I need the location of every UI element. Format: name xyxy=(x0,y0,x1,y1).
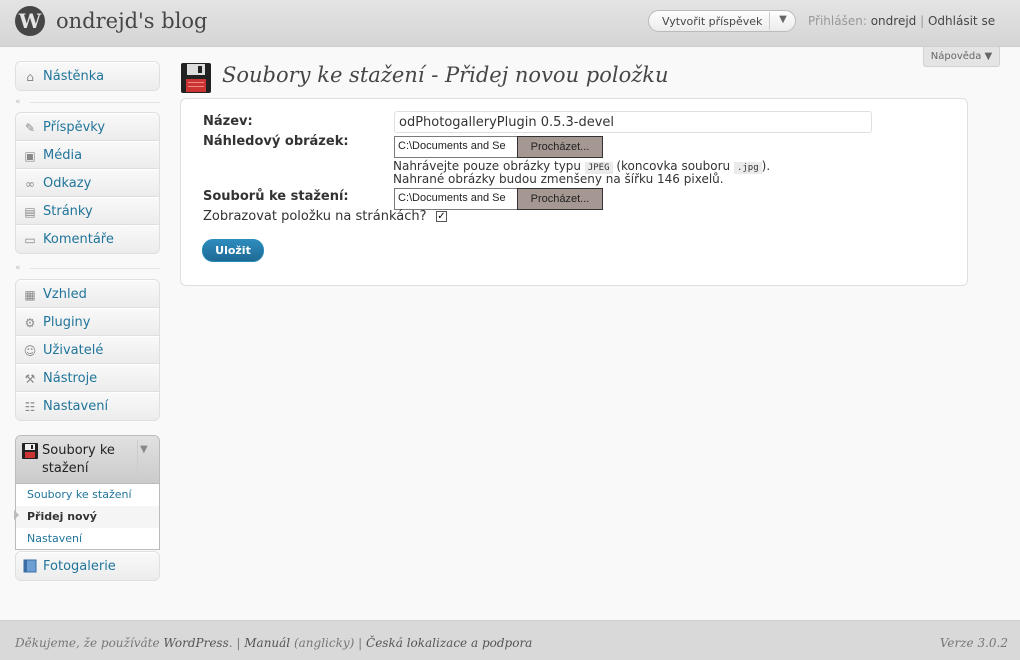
menu-item-pages[interactable]: ▤ Stránky xyxy=(16,197,159,225)
menu-item-label[interactable]: Vzhled xyxy=(43,287,87,302)
dropdown-divider xyxy=(769,12,770,30)
menu-item-appearance[interactable]: ▦ Vzhled xyxy=(16,280,159,308)
hint-text: Nahrávejte pouze obrázky typu xyxy=(393,159,585,173)
download-file-label: Souborů ke stažení: xyxy=(203,189,349,204)
menu-item-plugins[interactable]: ⚙ Pluginy xyxy=(16,308,159,336)
site-title[interactable]: ondrejd's blog xyxy=(56,9,208,33)
menu-item-settings[interactable]: ☷ Nastavení xyxy=(16,392,159,420)
menu-item-downloads[interactable]: Soubory ke stažení ▼ xyxy=(16,436,159,484)
favorite-actions-dropdown[interactable]: Vytvořit příspěvek ▼ xyxy=(648,10,796,32)
tools-icon: ⚒ xyxy=(24,372,36,386)
collapse-menu-icon[interactable]: « xyxy=(15,96,27,108)
chevron-down-icon[interactable]: ▼ xyxy=(775,14,791,25)
show-item-checkbox[interactable]: ✓ xyxy=(436,211,447,222)
menu-item-label[interactable]: Odkazy xyxy=(43,176,91,191)
menu-separator xyxy=(30,268,160,269)
pin-icon: ✎ xyxy=(24,121,36,135)
menu-separator xyxy=(30,102,160,103)
menu-item-label[interactable]: Nástěnka xyxy=(43,69,104,84)
name-input[interactable] xyxy=(394,111,872,133)
menu-item-comments[interactable]: ▭ Komentáře xyxy=(16,225,159,253)
current-item-pointer-icon xyxy=(14,510,19,520)
download-browse-button[interactable]: Procházet... xyxy=(517,188,603,210)
menu-item-posts[interactable]: ✎ Příspěvky xyxy=(16,113,159,141)
footer-separator: | xyxy=(354,636,367,650)
wordpress-logo-icon[interactable]: W xyxy=(15,6,45,36)
hint-text: ). xyxy=(761,159,771,173)
appearance-icon: ▦ xyxy=(24,288,36,302)
menu-item-downloads-expanded: Soubory ke stažení ▼ Soubory ke stažení … xyxy=(15,435,160,550)
collapse-menu-icon[interactable]: « xyxy=(15,262,27,274)
gallery-icon xyxy=(22,559,38,575)
preview-browse-button[interactable]: Procházet... xyxy=(517,136,603,158)
menu-item-label[interactable]: Nastavení xyxy=(43,399,108,414)
preview-image-label: Náhledový obrázek: xyxy=(203,134,349,149)
add-item-form: Název: Náhledový obrázek: C:\Documents a… xyxy=(180,98,968,286)
menu-item-label[interactable]: Uživatelé xyxy=(43,343,103,358)
menu-item-label[interactable]: Nástroje xyxy=(43,371,97,386)
menu-group-dashboard: ⌂ Nástěnka xyxy=(15,61,160,91)
comment-icon: ▭ xyxy=(24,233,36,247)
pages-icon: ▤ xyxy=(24,205,36,219)
logout-link[interactable]: Odhlásit se xyxy=(928,14,995,28)
localization-link[interactable]: Česká lokalizace a podpora xyxy=(366,636,532,650)
menu-group-content: ✎ Příspěvky ▣ Média ∞ Odkazy ▤ Stránky ▭… xyxy=(15,112,160,254)
menu-item-label[interactable]: Média xyxy=(43,148,82,163)
menu-item-label[interactable]: Komentáře xyxy=(43,232,114,247)
menu-item-media[interactable]: ▣ Média xyxy=(16,141,159,169)
menu-item-label[interactable]: Pluginy xyxy=(43,315,91,330)
footer-text: (anglicky) xyxy=(290,636,355,650)
footer-separator: | xyxy=(232,636,245,650)
menu-item-label[interactable]: Soubory ke stažení xyxy=(42,442,134,478)
admin-footer: Děkujeme, že používáte WordPress. | Manu… xyxy=(0,620,1020,660)
floppy-disk-icon xyxy=(22,443,38,459)
link-icon: ∞ xyxy=(25,177,35,191)
manual-link[interactable]: Manuál xyxy=(244,636,290,650)
menu-group-admin: ▦ Vzhled ⚙ Pluginy ☺ Uživatelé ⚒ Nástroj… xyxy=(15,279,160,421)
username-link[interactable]: ondrejd xyxy=(871,14,917,28)
user-info: Přihlášen: ondrejd | Odhlásit se xyxy=(808,14,995,28)
help-tab-button[interactable]: Nápověda ▼ xyxy=(923,47,1000,67)
menu-group-gallery: Fotogalerie xyxy=(15,551,160,581)
favorite-action-label[interactable]: Vytvořit příspěvek xyxy=(662,15,762,28)
floppy-disk-icon xyxy=(180,62,212,94)
settings-icon: ☷ xyxy=(24,400,36,414)
media-icon: ▣ xyxy=(24,149,36,163)
menu-item-users[interactable]: ☺ Uživatelé xyxy=(16,336,159,364)
submenu-item-downloads[interactable]: Soubory ke stažení xyxy=(16,484,159,506)
menu-item-tools[interactable]: ⚒ Nástroje xyxy=(16,364,159,392)
resize-hint: Nahrané obrázky budou zmenšeny na šířku … xyxy=(393,172,724,186)
users-icon: ☺ xyxy=(23,344,37,358)
name-label: Název: xyxy=(203,114,253,129)
extension-code: .jpg xyxy=(733,162,762,174)
plugin-icon: ⚙ xyxy=(24,316,36,330)
submenu-item-settings[interactable]: Nastavení xyxy=(16,528,159,550)
show-item-label: Zobrazovat položku na stránkách? xyxy=(203,209,427,224)
hint-text: (koncovka souboru xyxy=(612,159,734,173)
menu-item-label[interactable]: Fotogalerie xyxy=(43,559,116,574)
page-title: Soubory ke stažení - Přidej novou položk… xyxy=(222,63,669,87)
wordpress-link[interactable]: WordPress xyxy=(163,636,228,650)
save-button[interactable]: Uložit xyxy=(202,239,264,262)
footer-text: Děkujeme, že používáte xyxy=(15,636,164,650)
toggle-divider xyxy=(137,440,138,478)
home-icon: ⌂ xyxy=(26,70,34,84)
footer-credits: Děkujeme, že používáte WordPress. | Manu… xyxy=(15,636,532,650)
menu-item-links[interactable]: ∞ Odkazy xyxy=(16,169,159,197)
version-text: Verze 3.0.2 xyxy=(939,636,1008,650)
menu-item-photogallery[interactable]: Fotogalerie xyxy=(16,552,159,580)
logged-in-label: Přihlášen: xyxy=(808,14,867,28)
menu-item-label[interactable]: Příspěvky xyxy=(43,120,105,135)
preview-file-input[interactable]: C:\Documents and Se xyxy=(394,136,517,158)
download-file-input[interactable]: C:\Documents and Se xyxy=(394,188,517,210)
admin-header: W ondrejd's blog Vytvořit příspěvek ▼ Př… xyxy=(0,0,1020,47)
submenu-item-add-new[interactable]: Přidej nový xyxy=(16,506,159,528)
menu-item-label[interactable]: Stránky xyxy=(43,204,93,219)
separator: | xyxy=(920,14,925,28)
menu-item-dashboard[interactable]: ⌂ Nástěnka xyxy=(16,62,159,90)
chevron-down-icon[interactable]: ▼ xyxy=(140,444,148,455)
